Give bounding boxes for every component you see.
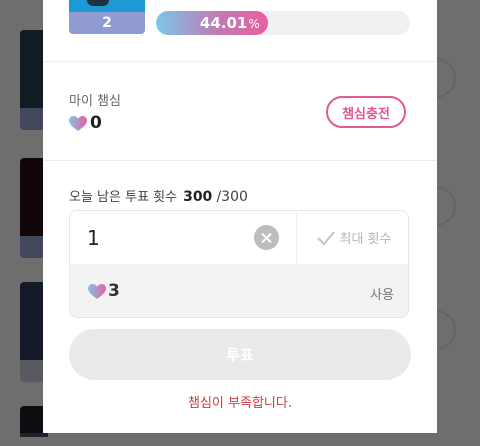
divider xyxy=(43,160,437,161)
remaining-votes: 오늘 남은 투표 횟수 300 /300 xyxy=(69,186,248,205)
heart-gradient-icon xyxy=(88,284,106,300)
divider xyxy=(43,61,437,62)
heart-gradient-icon xyxy=(69,116,87,132)
max-count-button[interactable]: 최대 횟수 xyxy=(297,211,408,264)
vote-share-text: 44.01% xyxy=(200,11,260,35)
clear-icon[interactable] xyxy=(254,225,279,250)
vote-count-box: 최대 횟수 3 사용 xyxy=(69,210,409,318)
vote-share-fill: 44.01% xyxy=(156,11,268,35)
rank-badge: 2 xyxy=(69,12,145,34)
my-hearts-label: 마이 챔심 xyxy=(69,94,121,109)
hearts-to-use: 3 xyxy=(108,281,120,301)
vote-count-input[interactable] xyxy=(87,223,237,253)
max-count-label: 최대 횟수 xyxy=(339,232,392,247)
hearts-usage-row: 3 사용 xyxy=(70,264,408,317)
candidate-image xyxy=(69,0,145,12)
use-label: 사용 xyxy=(370,288,394,303)
vote-button[interactable]: 투표 xyxy=(69,329,411,380)
charge-hearts-button[interactable]: 챔심충전 xyxy=(326,96,406,128)
vote-count-row: 최대 횟수 xyxy=(70,211,408,264)
remaining-votes-total: /300 xyxy=(216,189,248,205)
check-icon xyxy=(316,230,335,245)
heart-balance: 0 xyxy=(90,113,102,133)
remaining-votes-label: 오늘 남은 투표 횟수 xyxy=(69,190,178,205)
remaining-votes-count: 300 xyxy=(183,189,213,205)
vote-modal: 2 44.01% 마이 챔심 0 챔심충전 오늘 남은 투표 횟수 300 /30… xyxy=(43,0,437,433)
vote-share-unit: % xyxy=(248,17,260,31)
candidate-thumbnail: 2 xyxy=(69,0,145,34)
vote-share-value: 44.01 xyxy=(199,14,248,32)
vote-share-progress: 44.01% xyxy=(156,11,410,35)
insufficient-hearts-message: 챔심이 부족합니다. xyxy=(188,396,292,411)
